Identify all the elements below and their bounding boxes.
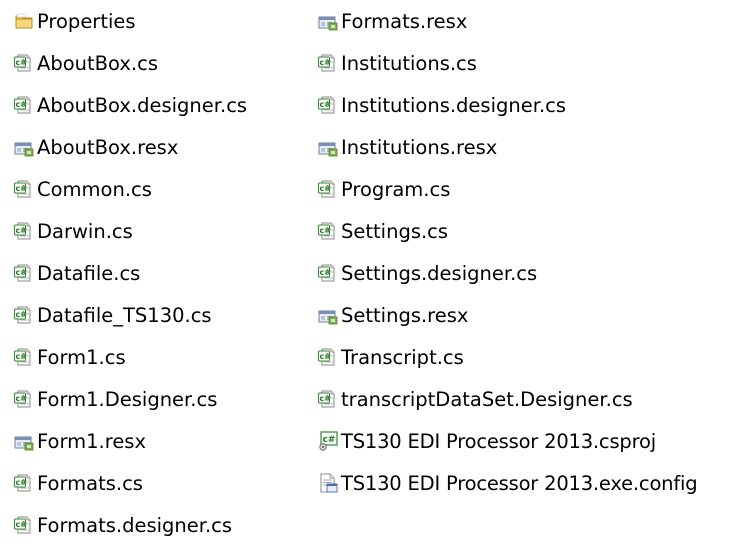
csharp-file-icon: c# <box>14 347 34 367</box>
file-item-aboutbox-cs[interactable]: c# AboutBox.cs <box>14 42 247 84</box>
csharp-file-icon: c# <box>318 263 338 283</box>
file-item-settings-resx[interactable]: Settings.resx <box>318 294 697 336</box>
file-name: Datafile_TS130.cs <box>37 303 212 327</box>
file-name: Form1.resx <box>37 429 147 453</box>
file-name: Settings.designer.cs <box>341 261 538 285</box>
file-item-csproj[interactable]: c# TS130 EDI Processor 2013.csproj <box>318 420 697 462</box>
svg-text:c#: c# <box>320 268 332 277</box>
file-item-aboutbox-resx[interactable]: AboutBox.resx <box>14 126 247 168</box>
file-name: Transcript.cs <box>341 345 464 369</box>
resx-file-icon <box>14 137 34 157</box>
svg-text:c#: c# <box>320 100 332 109</box>
file-item-transcriptdataset-designer-cs[interactable]: c# transcriptDataSet.Designer.cs <box>318 378 697 420</box>
svg-text:c#: c# <box>16 58 28 67</box>
file-name: Institutions.cs <box>341 51 477 75</box>
csharp-file-icon: c# <box>14 515 34 535</box>
file-name: Formats.resx <box>341 9 468 33</box>
file-name: Formats.designer.cs <box>37 513 233 537</box>
svg-text:c#: c# <box>320 184 332 193</box>
file-name: transcriptDataSet.Designer.cs <box>341 387 633 411</box>
svg-text:c#: c# <box>16 184 28 193</box>
csharp-file-icon: c# <box>14 53 34 73</box>
csharp-file-icon: c# <box>14 389 34 409</box>
file-name: TS130 EDI Processor 2013.csproj <box>341 429 656 453</box>
file-name: Datafile.cs <box>37 261 141 285</box>
csharp-file-icon: c# <box>318 221 338 241</box>
file-name: Institutions.designer.cs <box>341 93 567 117</box>
svg-text:c#: c# <box>320 394 332 403</box>
folder-icon <box>14 11 34 31</box>
svg-text:c#: c# <box>16 520 28 529</box>
file-item-formats-cs[interactable]: c# Formats.cs <box>14 462 247 504</box>
csharp-file-icon: c# <box>14 305 34 325</box>
svg-text:c#: c# <box>16 394 28 403</box>
config-file-icon <box>318 473 338 493</box>
csharp-file-icon: c# <box>318 179 338 199</box>
file-item-properties[interactable]: Properties <box>14 0 247 42</box>
file-name: Darwin.cs <box>37 219 133 243</box>
file-item-settings-designer-cs[interactable]: c# Settings.designer.cs <box>318 252 697 294</box>
svg-text:c#: c# <box>16 478 28 487</box>
file-name: Form1.cs <box>37 345 126 369</box>
file-item-institutions-cs[interactable]: c# Institutions.cs <box>318 42 697 84</box>
file-item-formats-resx[interactable]: Formats.resx <box>318 0 697 42</box>
csharp-file-icon: c# <box>318 95 338 115</box>
csharp-file-icon: c# <box>318 389 338 409</box>
svg-text:c#: c# <box>16 352 28 361</box>
file-name: Program.cs <box>341 177 451 201</box>
file-name: TS130 EDI Processor 2013.exe.config <box>341 471 698 495</box>
file-item-datafile-ts130-cs[interactable]: c# Datafile_TS130.cs <box>14 294 247 336</box>
file-name: Settings.cs <box>341 219 449 243</box>
file-item-settings-cs[interactable]: c# Settings.cs <box>318 210 697 252</box>
svg-text:c#: c# <box>320 58 332 67</box>
svg-text:c#: c# <box>323 435 336 445</box>
csharp-file-icon: c# <box>318 53 338 73</box>
file-item-form1-designer-cs[interactable]: c# Form1.Designer.cs <box>14 378 247 420</box>
file-item-form1-cs[interactable]: c# Form1.cs <box>14 336 247 378</box>
csharp-file-icon: c# <box>14 263 34 283</box>
csharp-file-icon: c# <box>14 473 34 493</box>
file-name: Institutions.resx <box>341 135 498 159</box>
svg-text:c#: c# <box>320 226 332 235</box>
file-name: AboutBox.resx <box>37 135 179 159</box>
csharp-file-icon: c# <box>14 95 34 115</box>
csharp-file-icon: c# <box>14 179 34 199</box>
file-name: AboutBox.cs <box>37 51 158 75</box>
file-item-form1-resx[interactable]: Form1.resx <box>14 420 247 462</box>
resx-file-icon <box>318 137 338 157</box>
resx-file-icon <box>14 431 34 451</box>
csproj-file-icon: c# <box>318 431 338 451</box>
file-list-column-right: Formats.resx c# Institutions.cs c# Institu… <box>318 0 698 504</box>
file-name: Formats.cs <box>37 471 143 495</box>
file-name: Form1.Designer.cs <box>37 387 218 411</box>
file-item-transcript-cs[interactable]: c# Transcript.cs <box>318 336 697 378</box>
resx-file-icon <box>318 305 338 325</box>
file-item-darwin-cs[interactable]: c# Darwin.cs <box>14 210 247 252</box>
file-item-institutions-resx[interactable]: Institutions.resx <box>318 126 697 168</box>
file-name: Common.cs <box>37 177 152 201</box>
file-item-common-cs[interactable]: c# Common.cs <box>14 168 247 210</box>
csharp-file-icon: c# <box>318 347 338 367</box>
svg-text:c#: c# <box>16 268 28 277</box>
svg-text:c#: c# <box>16 100 28 109</box>
svg-text:c#: c# <box>16 226 28 235</box>
file-item-institutions-designer-cs[interactable]: c# Institutions.designer.cs <box>318 84 697 126</box>
svg-text:c#: c# <box>320 352 332 361</box>
file-item-aboutbox-designer-cs[interactable]: c# AboutBox.designer.cs <box>14 84 247 126</box>
file-item-program-cs[interactable]: c# Program.cs <box>318 168 697 210</box>
file-name: AboutBox.designer.cs <box>37 93 248 117</box>
file-list-column-left: Properties c# AboutBox.cs c# AboutBox.desi… <box>14 0 247 546</box>
csharp-file-icon: c# <box>14 221 34 241</box>
resx-file-icon <box>318 11 338 31</box>
file-item-exe-config[interactable]: TS130 EDI Processor 2013.exe.config <box>318 462 698 504</box>
file-name: Settings.resx <box>341 303 469 327</box>
svg-text:c#: c# <box>16 310 28 319</box>
file-item-datafile-cs[interactable]: c# Datafile.cs <box>14 252 247 294</box>
file-name: Properties <box>37 9 136 33</box>
